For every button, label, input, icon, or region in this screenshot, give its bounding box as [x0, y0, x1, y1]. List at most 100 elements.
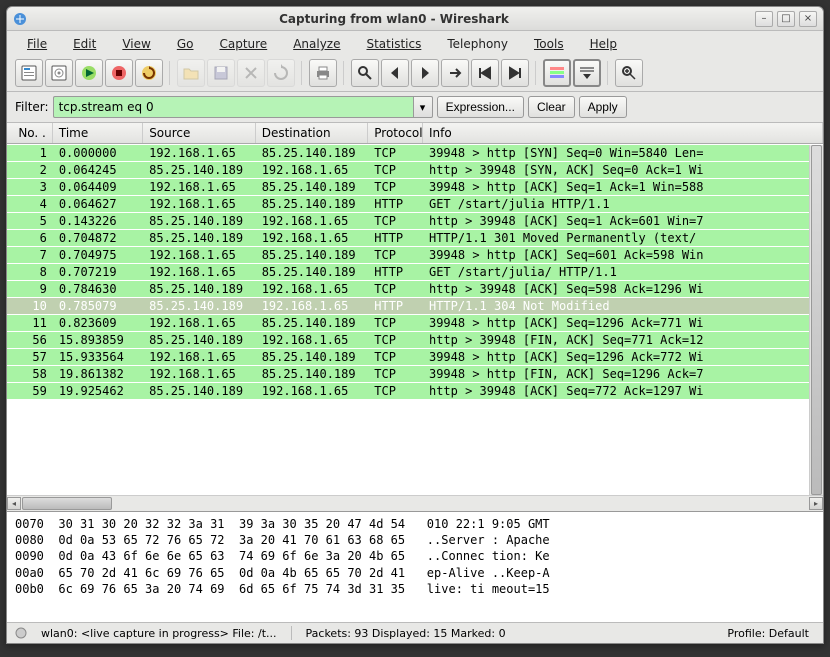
packet-row[interactable]: 5615.89385985.25.140.189192.168.1.65TCPh… [7, 331, 823, 348]
packet-row[interactable]: 40.064627192.168.1.6585.25.140.189HTTPGE… [7, 195, 823, 212]
cell-info: GET /start/julia/ HTTP/1.1 [423, 264, 823, 280]
menu-statistics[interactable]: Statistics [354, 35, 433, 53]
capture-options-button[interactable] [45, 59, 73, 87]
cell-destination: 85.25.140.189 [256, 264, 369, 280]
cell-destination: 85.25.140.189 [256, 247, 369, 263]
cell-destination: 85.25.140.189 [256, 196, 369, 212]
packet-list-body[interactable]: 10.000000192.168.1.6585.25.140.189TCP399… [7, 144, 823, 495]
col-time[interactable]: Time [53, 123, 143, 143]
clear-button[interactable]: Clear [528, 96, 575, 118]
status-profile[interactable]: Profile: Default [721, 627, 815, 640]
minimize-button[interactable]: – [755, 11, 773, 27]
cell-no: 10 [7, 298, 53, 314]
packet-row[interactable]: 70.704975192.168.1.6585.25.140.189TCP399… [7, 246, 823, 263]
packet-row[interactable]: 100.78507985.25.140.189192.168.1.65HTTPH… [7, 297, 823, 314]
autoscroll-button[interactable] [573, 59, 601, 87]
apply-button[interactable]: Apply [579, 96, 627, 118]
menu-tools[interactable]: Tools [522, 35, 576, 53]
packet-row[interactable]: 80.707219192.168.1.6585.25.140.189HTTPGE… [7, 263, 823, 280]
hex-row: 0090 0d 0a 43 6f 6e 6e 65 63 74 69 6f 6e… [15, 548, 815, 564]
packet-row[interactable]: 5715.933564192.168.1.6585.25.140.189TCP3… [7, 348, 823, 365]
packet-row[interactable]: 5919.92546285.25.140.189192.168.1.65TCPh… [7, 382, 823, 399]
find-button[interactable] [351, 59, 379, 87]
reload-button[interactable] [267, 59, 295, 87]
cell-source: 192.168.1.65 [143, 196, 256, 212]
cell-protocol: TCP [368, 383, 423, 399]
hex-pane[interactable]: 0070 30 31 30 20 32 32 3a 31 39 3a 30 35… [7, 512, 823, 622]
cell-source: 192.168.1.65 [143, 349, 256, 365]
save-button[interactable] [207, 59, 235, 87]
packet-row[interactable]: 10.000000192.168.1.6585.25.140.189TCP399… [7, 144, 823, 161]
go-first-button[interactable] [471, 59, 499, 87]
col-source[interactable]: Source [143, 123, 256, 143]
go-last-button[interactable] [501, 59, 529, 87]
menu-analyze[interactable]: Analyze [281, 35, 352, 53]
close-file-button[interactable] [237, 59, 265, 87]
cell-protocol: TCP [368, 366, 423, 382]
filter-bar: Filter: ▾ Expression... Clear Apply [7, 92, 823, 123]
go-forward-button[interactable] [411, 59, 439, 87]
filter-dropdown[interactable]: ▾ [413, 96, 433, 118]
packet-row[interactable]: 5819.861382192.168.1.6585.25.140.189TCP3… [7, 365, 823, 382]
packet-row[interactable]: 20.06424585.25.140.189192.168.1.65TCPhtt… [7, 161, 823, 178]
cell-no: 6 [7, 230, 53, 246]
col-info[interactable]: Info [423, 123, 823, 143]
zoom-in-button[interactable] [615, 59, 643, 87]
cell-no: 57 [7, 349, 53, 365]
menu-edit[interactable]: Edit [61, 35, 108, 53]
packet-row[interactable]: 90.78463085.25.140.189192.168.1.65TCPhtt… [7, 280, 823, 297]
hex-row: 00b0 6c 69 76 65 3a 20 74 69 6d 65 6f 75… [15, 581, 815, 597]
cell-protocol: TCP [368, 247, 423, 263]
cell-no: 59 [7, 383, 53, 399]
packet-row[interactable]: 30.064409192.168.1.6585.25.140.189TCP399… [7, 178, 823, 195]
restart-capture-button[interactable] [135, 59, 163, 87]
scroll-left-arrow[interactable]: ◂ [7, 497, 21, 510]
cell-destination: 192.168.1.65 [256, 383, 369, 399]
cell-no: 56 [7, 332, 53, 348]
cell-protocol: HTTP [368, 196, 423, 212]
print-button[interactable] [309, 59, 337, 87]
start-capture-button[interactable] [75, 59, 103, 87]
cell-info: http > 39948 [SYN, ACK] Seq=0 Ack=1 Wi [423, 162, 823, 178]
expression-button[interactable]: Expression... [437, 96, 524, 118]
close-button[interactable]: × [799, 11, 817, 27]
go-back-button[interactable] [381, 59, 409, 87]
menu-telephony[interactable]: Telephony [435, 35, 520, 53]
vertical-scrollbar[interactable] [809, 145, 823, 495]
col-destination[interactable]: Destination [256, 123, 369, 143]
window-title: Capturing from wlan0 - Wireshark [33, 12, 755, 26]
horizontal-scrollbar[interactable]: ◂ ▸ [7, 495, 823, 511]
col-protocol[interactable]: Protocol [368, 123, 423, 143]
cell-source: 192.168.1.65 [143, 366, 256, 382]
menu-help[interactable]: Help [578, 35, 629, 53]
menu-go[interactable]: Go [165, 35, 206, 53]
app-icon [13, 12, 27, 26]
cell-destination: 85.25.140.189 [256, 349, 369, 365]
filter-input[interactable] [53, 96, 413, 118]
stop-capture-button[interactable] [105, 59, 133, 87]
cell-info: 39948 > http [ACK] Seq=601 Ack=598 Win [423, 247, 823, 263]
list-interfaces-button[interactable] [15, 59, 43, 87]
cell-no: 11 [7, 315, 53, 331]
status-interface: wlan0: <live capture in progress> File: … [35, 627, 283, 640]
menu-file[interactable]: File [15, 35, 59, 53]
status-packets: Packets: 93 Displayed: 15 Marked: 0 [300, 627, 512, 640]
cell-info: http > 39948 [ACK] Seq=1 Ack=601 Win=7 [423, 213, 823, 229]
scroll-thumb[interactable] [22, 497, 112, 510]
cell-protocol: HTTP [368, 230, 423, 246]
expert-info-icon[interactable] [15, 627, 27, 639]
go-to-packet-button[interactable] [441, 59, 469, 87]
packet-row[interactable]: 50.14322685.25.140.189192.168.1.65TCPhtt… [7, 212, 823, 229]
maximize-button[interactable]: □ [777, 11, 795, 27]
menu-capture[interactable]: Capture [207, 35, 279, 53]
cell-source: 85.25.140.189 [143, 332, 256, 348]
colorize-button[interactable] [543, 59, 571, 87]
cell-destination: 85.25.140.189 [256, 315, 369, 331]
col-no[interactable]: No. . [7, 123, 53, 143]
menu-view[interactable]: View [110, 35, 162, 53]
cell-info: 39948 > http [SYN] Seq=0 Win=5840 Len= [423, 145, 823, 161]
packet-row[interactable]: 110.823609192.168.1.6585.25.140.189TCP39… [7, 314, 823, 331]
scroll-right-arrow[interactable]: ▸ [809, 497, 823, 510]
packet-row[interactable]: 60.70487285.25.140.189192.168.1.65HTTPHT… [7, 229, 823, 246]
open-file-button[interactable] [177, 59, 205, 87]
